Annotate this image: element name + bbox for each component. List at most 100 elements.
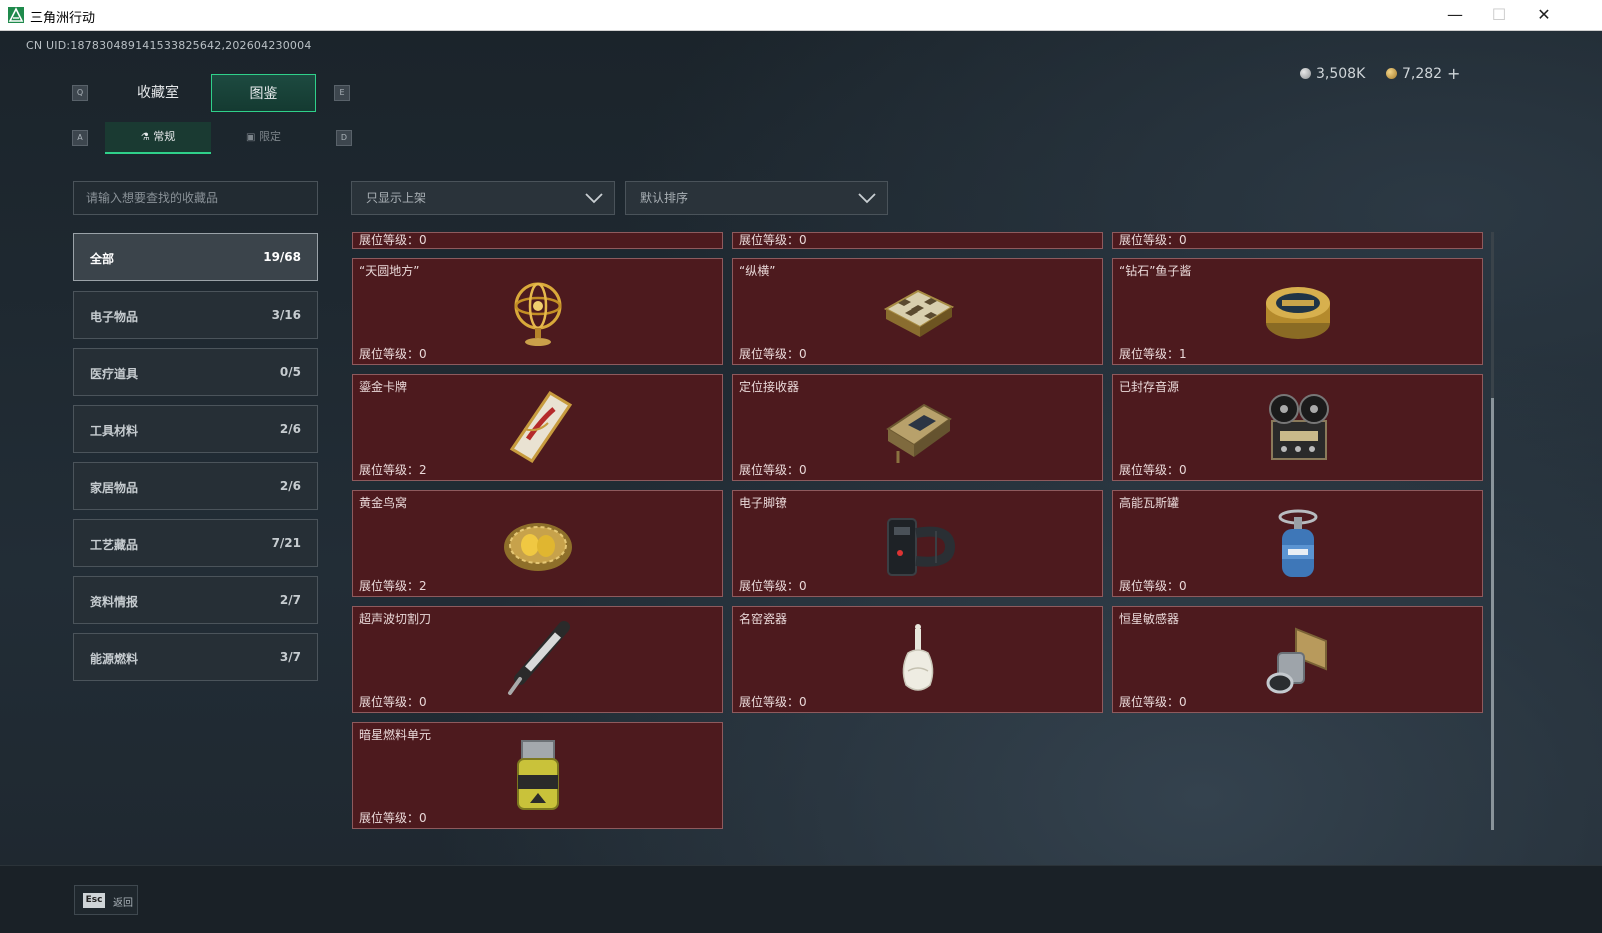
item-card-golden-nest[interactable]: 黄金鸟窝 展位等级：2 xyxy=(352,490,723,597)
item-level: 展位等级：0 xyxy=(739,695,807,709)
item-card-fuel-cell[interactable]: 暗星燃料单元 展位等级：0 xyxy=(352,722,723,829)
tab-next-key: E xyxy=(334,85,350,101)
category-intel[interactable]: 资料情报 2/7 xyxy=(73,576,318,624)
item-card-receiver[interactable]: 定位接收器 展位等级：0 xyxy=(732,374,1103,481)
silver-coin-icon xyxy=(1300,68,1311,79)
item-card-gilded-card[interactable]: 鎏金卡牌 展位等级：2 xyxy=(352,374,723,481)
window-titlebar: 三角洲行动 — ☐ ✕ xyxy=(0,0,1602,31)
receiver-icon xyxy=(886,403,952,463)
reel-recorder-icon xyxy=(1269,394,1329,460)
gilded-card-icon xyxy=(509,390,573,464)
item-card-porcelain-vase[interactable]: 名窑瓷器 展位等级：0 xyxy=(732,606,1103,713)
maximize-button[interactable]: ☐ xyxy=(1476,0,1522,30)
category-tools[interactable]: 工具材料 2/6 xyxy=(73,405,318,453)
chessboard-icon xyxy=(883,289,955,337)
category-label: 电子物品 xyxy=(90,310,139,324)
item-card-chessboard[interactable]: “纵横” 展位等级：0 xyxy=(732,258,1103,365)
item-card-caviar[interactable]: “钻石”鱼子酱 展位等级：1 xyxy=(1112,258,1483,365)
item-card-ankle-monitor[interactable]: 电子脚镣 展位等级：0 xyxy=(732,490,1103,597)
minimize-button[interactable]: — xyxy=(1432,0,1478,30)
armillary-sphere-icon xyxy=(514,282,562,346)
item-level: 展位等级：0 xyxy=(1119,463,1187,477)
tab-catalog[interactable]: 图鉴 xyxy=(211,74,316,112)
item-card-armillary[interactable]: “天圆地方” 展位等级：0 xyxy=(352,258,723,365)
subtab-limited-label: 限定 xyxy=(258,130,281,143)
category-count: 0/5 xyxy=(279,365,301,379)
ankle-monitor-icon xyxy=(887,518,956,576)
subtab-limited[interactable]: ▣ 限定 xyxy=(211,122,316,152)
gas-canister-icon xyxy=(1278,509,1318,577)
item-level: 展位等级：2 xyxy=(359,463,427,477)
gold-amount: 7,282 xyxy=(1402,66,1443,82)
item-card-ultrasonic-cutter[interactable]: 超声波切割刀 展位等级：0 xyxy=(352,606,723,713)
item-level: 展位等级：0 xyxy=(739,347,807,361)
item-name: “钻石”鱼子酱 xyxy=(1119,264,1192,278)
gold-coin-icon xyxy=(1386,68,1397,79)
item-level: 展位等级：0 xyxy=(739,579,807,593)
item-name: “纵横” xyxy=(739,264,776,278)
category-crafts[interactable]: 工艺藏品 7/21 xyxy=(73,519,318,567)
item-card[interactable]: 展位等级：0 xyxy=(732,232,1103,249)
item-card[interactable]: 展位等级：0 xyxy=(352,232,723,249)
item-level: 展位等级：0 xyxy=(359,347,427,361)
category-label: 工具材料 xyxy=(90,424,139,438)
silver-amount: 3,508K xyxy=(1316,66,1366,82)
image-icon: ▣ xyxy=(246,132,256,143)
main-area: CN UID:187830489141533825642,20260423000… xyxy=(0,31,1602,933)
item-name: 鎏金卡牌 xyxy=(359,380,408,394)
user-uid: CN UID:187830489141533825642,20260423000… xyxy=(26,39,312,52)
item-level: 展位等级：1 xyxy=(1119,347,1187,361)
category-all[interactable]: 全部 19/68 xyxy=(73,233,318,281)
category-count: 3/16 xyxy=(271,308,301,322)
item-name: 恒星敏感器 xyxy=(1119,612,1180,626)
category-label: 能源燃料 xyxy=(90,652,139,666)
item-card-reel-recorder[interactable]: 已封存音源 展位等级：0 xyxy=(1112,374,1483,481)
sort-dropdown[interactable]: 默认排序 xyxy=(625,181,888,215)
category-label: 医疗道具 xyxy=(90,367,139,381)
item-level: 展位等级：0 xyxy=(1119,233,1187,247)
item-card-star-sensor[interactable]: 恒星敏感器 展位等级：0 xyxy=(1112,606,1483,713)
item-level: 展位等级：0 xyxy=(1119,579,1187,593)
chevron-down-icon xyxy=(858,193,876,204)
tab-prev-key: Q xyxy=(72,85,88,101)
category-household[interactable]: 家居物品 2/6 xyxy=(73,462,318,510)
sort-value: 默认排序 xyxy=(640,191,689,205)
scrollbar-thumb[interactable] xyxy=(1491,398,1494,830)
category-count: 2/7 xyxy=(279,593,301,607)
category-energy[interactable]: 能源燃料 3/7 xyxy=(73,633,318,681)
back-label: 返回 xyxy=(113,898,133,909)
category-label: 家居物品 xyxy=(90,481,139,495)
item-level: 展位等级：2 xyxy=(359,579,427,593)
search-input[interactable]: 请输入想要查找的收藏品 xyxy=(73,181,318,215)
item-name: 已封存音源 xyxy=(1119,380,1180,394)
back-button[interactable]: Esc 返回 xyxy=(74,885,138,915)
subtab-prev-key: A xyxy=(72,130,88,146)
item-level: 展位等级：0 xyxy=(359,233,427,247)
gold-currency: 7,282 xyxy=(1386,66,1442,86)
bottom-bar: Esc 返回 xyxy=(0,865,1602,933)
category-count: 3/7 xyxy=(279,650,301,664)
item-name: 超声波切割刀 xyxy=(359,612,432,626)
close-button[interactable]: ✕ xyxy=(1521,0,1567,30)
flask-icon: ⚗ xyxy=(140,132,150,143)
subtab-regular[interactable]: ⚗ 常规 xyxy=(105,122,211,154)
shelf-filter-value: 只显示上架 xyxy=(366,191,427,205)
item-level: 展位等级：0 xyxy=(359,811,427,825)
grid-scrollbar[interactable] xyxy=(1491,232,1494,830)
tab-collection-room[interactable]: 收藏室 xyxy=(105,74,211,112)
item-card-gas-canister[interactable]: 高能瓦斯罐 展位等级：0 xyxy=(1112,490,1483,597)
item-name: 黄金鸟窝 xyxy=(359,496,408,510)
porcelain-vase-icon xyxy=(902,624,934,691)
subtab-next-key: D xyxy=(336,130,352,146)
category-label: 全部 xyxy=(90,252,115,266)
add-currency-button[interactable]: + xyxy=(1447,64,1460,84)
item-level: 展位等级：0 xyxy=(1119,695,1187,709)
item-card[interactable]: 展位等级：0 xyxy=(1112,232,1483,249)
category-count: 19/68 xyxy=(263,250,301,264)
category-count: 2/6 xyxy=(279,479,301,493)
category-label: 工艺藏品 xyxy=(90,538,139,552)
category-medical[interactable]: 医疗道具 0/5 xyxy=(73,348,318,396)
shelf-filter-dropdown[interactable]: 只显示上架 xyxy=(351,181,615,215)
category-electronics[interactable]: 电子物品 3/16 xyxy=(73,291,318,339)
golden-nest-icon xyxy=(504,523,572,571)
